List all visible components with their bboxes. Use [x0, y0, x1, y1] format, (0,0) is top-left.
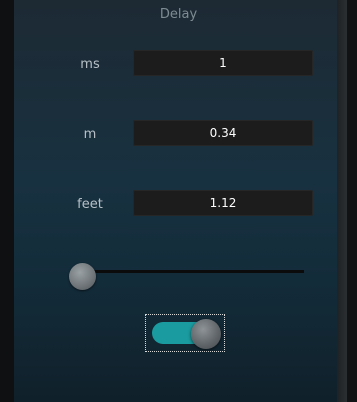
- delay-slider-track[interactable]: [82, 270, 304, 273]
- m-value-field[interactable]: 0.34: [133, 120, 313, 146]
- delay-toggle[interactable]: [145, 314, 225, 352]
- feet-value-field[interactable]: 1.12: [133, 190, 313, 216]
- ms-value-field[interactable]: 1: [133, 50, 313, 76]
- toggle-knob: [191, 319, 221, 349]
- left-background-strip: [0, 0, 14, 402]
- delay-slider-thumb[interactable]: [68, 263, 96, 290]
- feet-label: feet: [77, 197, 103, 212]
- ms-label: ms: [80, 57, 100, 72]
- panel-title: Delay: [159, 7, 198, 22]
- m-label: m: [83, 127, 97, 142]
- panel-right-edge: [337, 0, 347, 402]
